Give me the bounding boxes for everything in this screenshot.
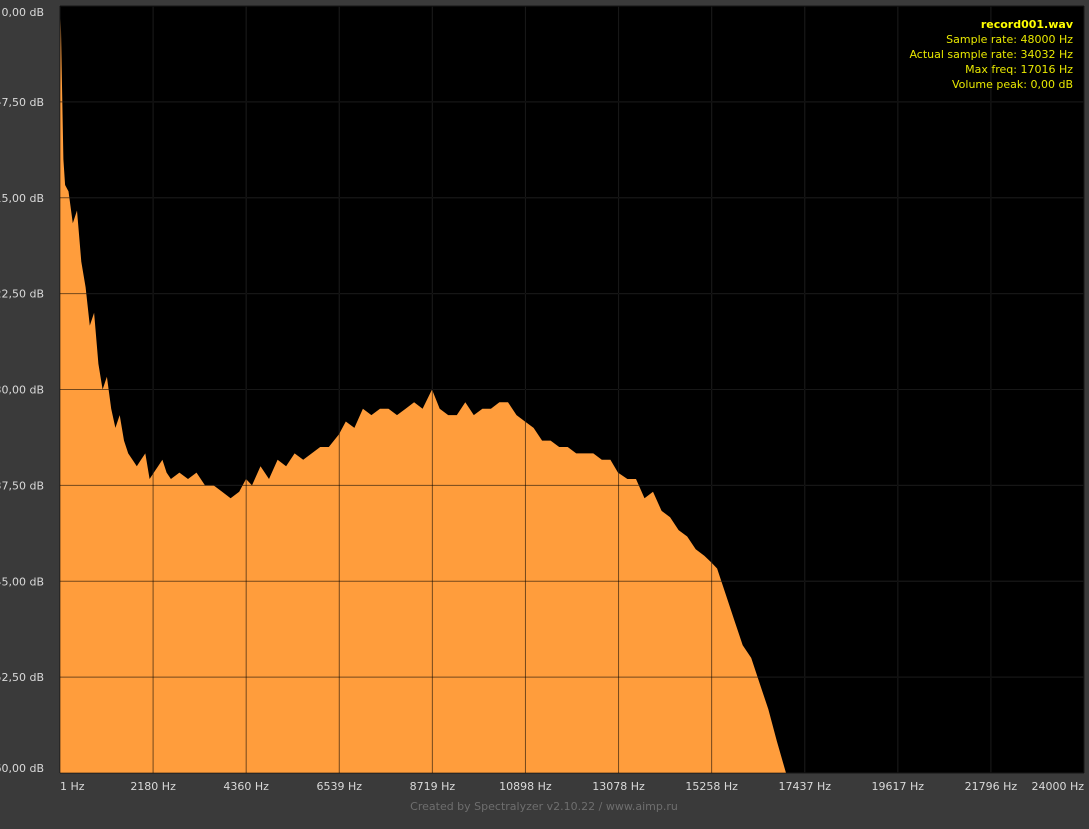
y-tick-label: -15,00 dB bbox=[0, 192, 44, 205]
y-tick-label: -52,50 dB bbox=[0, 671, 44, 684]
x-tick-label: 19617 Hz bbox=[872, 780, 925, 793]
x-tick-label: 13078 Hz bbox=[592, 780, 645, 793]
x-tick-label: 21796 Hz bbox=[965, 780, 1018, 793]
y-tick-label: -45,00 dB bbox=[0, 575, 44, 588]
info-sample-rate: Sample rate: 48000 Hz bbox=[946, 33, 1073, 46]
x-tick-label: 8719 Hz bbox=[410, 780, 456, 793]
y-tick-label: -37,50 dB bbox=[0, 479, 44, 492]
y-tick-label: -30,00 dB bbox=[0, 384, 44, 397]
info-max-freq: Max freq: 17016 Hz bbox=[965, 63, 1073, 76]
info-filename: record001.wav bbox=[981, 18, 1074, 31]
x-tick-label: 15258 Hz bbox=[685, 780, 738, 793]
x-tick-label: 2180 Hz bbox=[130, 780, 176, 793]
info-actual-sample-rate: Actual sample rate: 34032 Hz bbox=[909, 48, 1073, 61]
x-tick-label: 10898 Hz bbox=[499, 780, 552, 793]
x-tick-label: 17437 Hz bbox=[778, 780, 831, 793]
spectrum-chart: 0,00 dB -7,50 dB -15,00 dB -22,50 dB -30,00 … bbox=[0, 5, 1085, 813]
y-tick-label: 0,00 dB bbox=[1, 6, 44, 19]
y-tick-label: -7,50 dB bbox=[0, 96, 44, 109]
x-tick-label: 4360 Hz bbox=[223, 780, 269, 793]
x-axis-ticks: 1 Hz 2180 Hz 4360 Hz 6539 Hz 8719 Hz 10898 Hz… bbox=[60, 780, 1084, 793]
y-tick-label: -22,50 dB bbox=[0, 288, 44, 301]
x-tick-label: 1 Hz bbox=[60, 780, 85, 793]
info-volume-peak: Volume peak: 0,00 dB bbox=[952, 78, 1073, 91]
y-axis-ticks: 0,00 dB -7,50 dB -15,00 dB -22,50 dB -30,00 … bbox=[0, 6, 44, 775]
y-tick-label: -60,00 dB bbox=[0, 762, 44, 775]
x-tick-label: 6539 Hz bbox=[316, 780, 362, 793]
credits-text: Created by Spectralyzer v2.10.22 / www.a… bbox=[410, 800, 678, 813]
x-tick-label: 24000 Hz bbox=[1031, 780, 1084, 793]
